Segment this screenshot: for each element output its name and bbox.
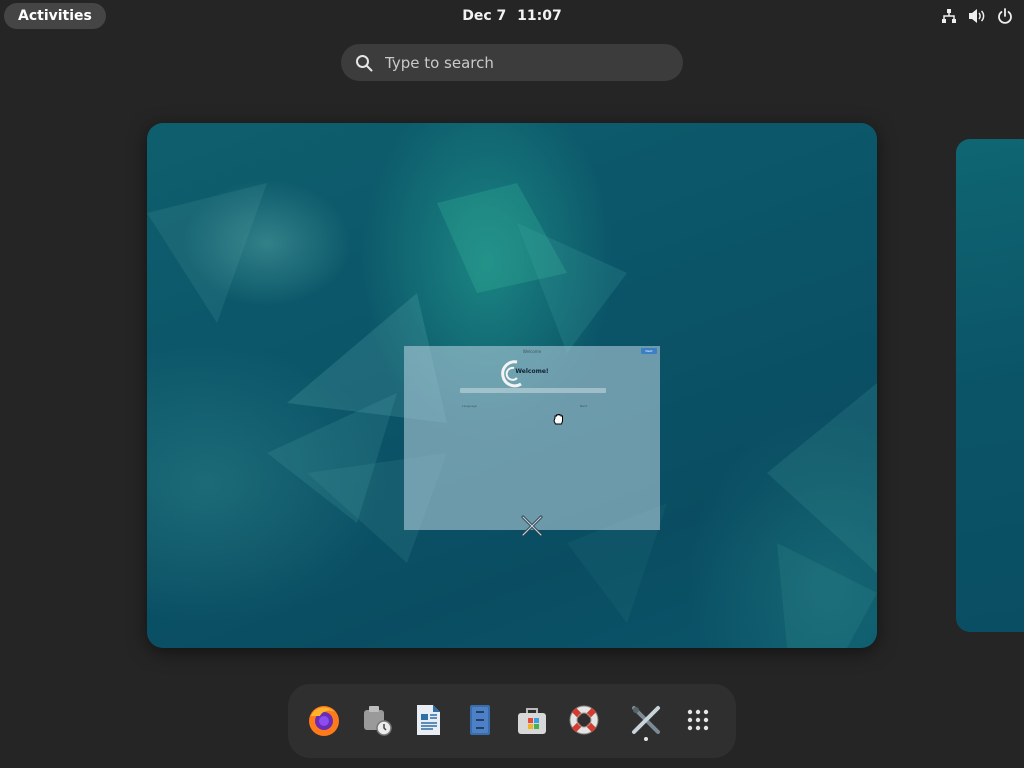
language-hint: Language [462,404,477,408]
workspace-thumbnail-next[interactable] [956,139,1024,632]
help-lifebuoy-icon[interactable] [566,702,602,738]
welcome-heading: Welcome! [515,368,549,375]
files-cabinet-icon[interactable] [462,702,498,738]
firefox-icon[interactable] [306,702,342,738]
workspace-thumbnail-active[interactable]: Welcome Next Welcome! Language Next [147,123,877,648]
date-time[interactable]: Dec 7 11:07 [0,0,1024,32]
writer-document-icon[interactable] [410,702,446,738]
language-field [460,388,606,393]
grab-cursor-icon [553,414,563,425]
search-entry[interactable] [341,44,683,81]
power-icon[interactable] [996,7,1014,25]
window-title: Welcome [522,349,542,354]
next-hint: Next [580,404,587,408]
software-update-icon[interactable] [358,702,394,738]
app-grid-icon[interactable] [680,702,716,738]
window-app-icon-tools [521,515,543,537]
search-icon [356,54,373,71]
window-preview-welcome[interactable]: Welcome Next Welcome! Language Next [404,346,660,530]
top-bar: Activities Dec 7 11:07 [0,0,1024,32]
system-tray[interactable] [940,5,1014,27]
running-indicator [644,737,648,741]
clock-date: Dec 7 [462,8,507,24]
tools-icon[interactable] [628,702,664,738]
software-bag-icon[interactable] [514,702,550,738]
volume-icon[interactable] [968,7,986,25]
network-wired-icon[interactable] [940,7,958,25]
search-input[interactable] [383,52,657,73]
dash [288,684,736,758]
clock-time: 11:07 [517,8,562,24]
window-next-button: Next [641,348,657,354]
